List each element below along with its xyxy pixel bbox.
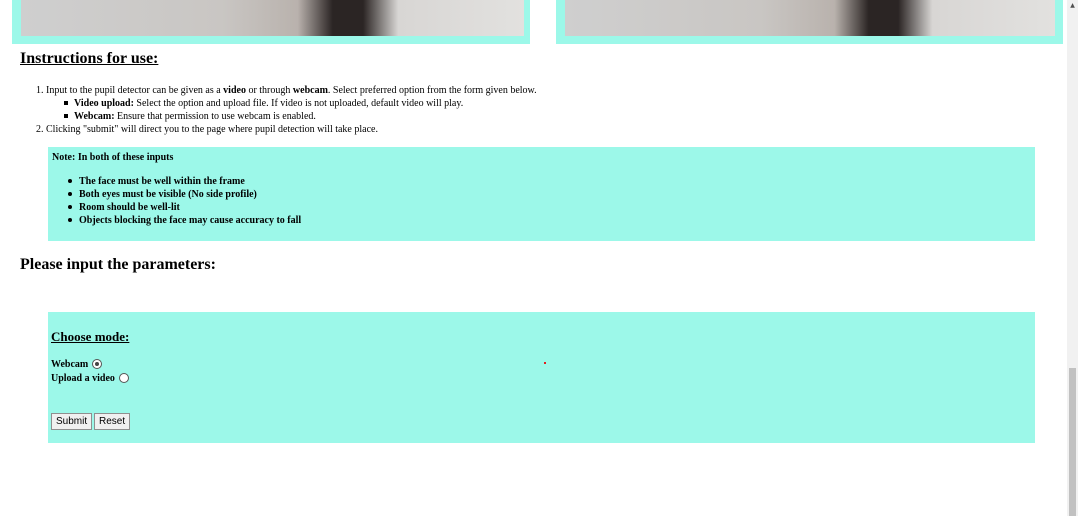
bullet-dot-icon	[68, 217, 72, 222]
submit-button[interactable]: Submit	[51, 413, 93, 430]
note-item: Both eyes must be visible (No side profi…	[68, 188, 301, 201]
instruction-step-2: 2. Clicking "submit" will direct you to …	[36, 124, 378, 135]
bullet-dot-icon	[68, 178, 72, 183]
bullet-dot-icon	[68, 204, 72, 209]
bullet-dot-icon	[68, 191, 72, 196]
page-scrollbar[interactable]: ▲	[1067, 0, 1078, 516]
video-preview-left	[21, 0, 524, 36]
note-item: The face must be well within the frame	[68, 175, 301, 188]
bullet-square-icon	[64, 100, 68, 105]
note-panel: Note: In both of these inputs The face m…	[48, 147, 1035, 241]
instructions-title: Instructions for use:	[20, 50, 159, 67]
mode-form: Choose mode: Webcam Upload a video Submi…	[48, 312, 1035, 443]
video-frame-right	[556, 0, 1063, 44]
instruction-step-1: 1. Input to the pupil detector can be gi…	[36, 85, 537, 96]
webcam-option[interactable]: Webcam	[51, 358, 103, 370]
upload-video-option[interactable]: Upload a video	[51, 372, 129, 384]
note-item: Objects blocking the face may cause accu…	[68, 214, 301, 227]
scroll-up-arrow-icon[interactable]: ▲	[1067, 2, 1078, 9]
reset-button[interactable]: Reset	[94, 413, 131, 430]
parameters-title: Please input the parameters:	[20, 256, 216, 273]
bullet-square-icon	[64, 113, 68, 118]
instructions-list: 1. Input to the pupil detector can be gi…	[36, 84, 736, 136]
video-preview-right	[565, 0, 1055, 36]
instruction-sub-webcam: Webcam: Ensure that permission to use we…	[36, 110, 736, 123]
note-item: Room should be well-lit	[68, 201, 301, 214]
video-frame-left	[12, 0, 530, 44]
webcam-radio[interactable]	[92, 358, 103, 369]
note-title: Note: In both of these inputs	[52, 152, 174, 163]
red-dot-marker	[544, 362, 546, 364]
instruction-sub-video-upload: Video upload: Select the option and uplo…	[36, 97, 736, 110]
choose-mode-label: Choose mode:	[51, 329, 130, 344]
note-list: The face must be well within the frame B…	[68, 175, 301, 227]
upload-video-radio[interactable]	[118, 372, 129, 383]
scrollbar-thumb[interactable]	[1069, 368, 1076, 516]
